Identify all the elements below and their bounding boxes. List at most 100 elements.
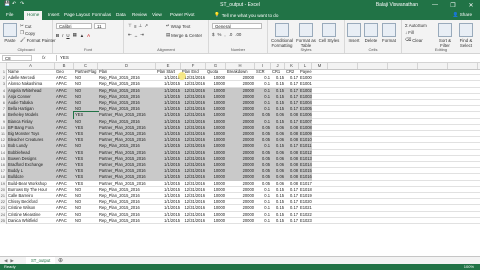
sort-filter-button[interactable]: Sort & Filter (436, 23, 454, 48)
italic-icon[interactable]: I (62, 33, 63, 38)
eraser-icon: ⌫ (405, 37, 412, 42)
format-painter-label: Format Painter (26, 37, 56, 43)
align-top-icon[interactable]: ⊤ (128, 23, 132, 29)
lightbulb-icon: 💡 (214, 12, 220, 17)
orientation-icon[interactable]: ↗ (144, 23, 148, 29)
number-format-select[interactable]: General (212, 23, 262, 29)
tab-review[interactable]: Review (132, 12, 147, 17)
underline-icon[interactable]: U (66, 33, 69, 38)
delete-button[interactable]: Delete (364, 23, 378, 43)
minimize-icon[interactable]: — (426, 0, 444, 10)
user-name[interactable]: Balaji Viswanathan (376, 2, 418, 8)
paste-button[interactable]: Paste (3, 23, 17, 43)
worksheet-grid[interactable]: ABCDEFGHIJKLM 1 Name Geo PartnerFlag Plan Pla… (0, 63, 480, 256)
bold-icon[interactable]: B (56, 33, 59, 38)
zoom-level[interactable]: 100% (464, 264, 474, 270)
mouse-cursor-highlight (178, 72, 186, 80)
merge-center-button[interactable]: ▤ Merge & Center (166, 32, 202, 38)
font-size-select[interactable]: 11 (94, 23, 106, 29)
percent-icon[interactable]: % (217, 32, 221, 37)
row-header[interactable]: 25 (0, 217, 7, 224)
number-format-buttons: $%, .0.00 (212, 32, 241, 37)
cell-pf[interactable]: NO (74, 218, 98, 224)
tab-file[interactable]: File (6, 12, 13, 17)
tab-page-layout[interactable]: Page Layout (64, 12, 90, 17)
borders-icon[interactable]: ▦ (73, 32, 77, 38)
cell-styles-label: Cell Styles (318, 38, 340, 43)
format-button[interactable]: Format (382, 23, 396, 43)
merge-label: Merge & Center (171, 32, 203, 38)
font-name-select[interactable]: Calibri (56, 23, 92, 29)
restore-icon[interactable]: ❐ (444, 0, 462, 10)
tab-power-pivot[interactable]: Power Pivot (170, 12, 195, 17)
person-icon: 👤 (452, 12, 459, 17)
editing-group-label: Editing (434, 47, 448, 52)
title-bar: 💾 ↶ ↷ ST_output - Excel Balaji Viswanath… (0, 0, 480, 10)
share-button[interactable]: 👤 Share (453, 12, 472, 18)
find-select-button[interactable]: Find & Select (457, 23, 475, 48)
formula-bar: C8 fx YES (0, 54, 480, 63)
cell-brk[interactable]: 20000 (226, 218, 255, 224)
font-group-label: Font (83, 47, 92, 52)
tab-data[interactable]: Data (116, 12, 126, 17)
sort-filter-icon (438, 23, 452, 37)
comma-icon[interactable]: , (224, 32, 225, 37)
autosum-button[interactable]: Σ AutoSum (405, 23, 427, 28)
cells-group: Insert Delete Format Cells (345, 20, 402, 53)
cell-geo[interactable]: APAC (55, 218, 74, 224)
ribbon-tabs: File Home Insert Page Layout Formulas Da… (0, 10, 480, 21)
fill-button[interactable]: ↓ Fill (405, 30, 414, 35)
find-icon (459, 23, 473, 37)
close-icon[interactable]: ✕ (462, 0, 480, 10)
paste-label: Paste (4, 38, 16, 43)
styles-group: Conditional Formatting Format as Table C… (268, 20, 345, 53)
format-painter-button[interactable]: 🖌 Format Painter (20, 37, 56, 43)
align-right-icon[interactable]: ⇥ (140, 32, 144, 38)
cell-styles-button[interactable]: Cell Styles (318, 23, 340, 43)
insert-button[interactable]: Insert (347, 23, 361, 43)
insert-cells-icon (347, 23, 361, 37)
align-bottom-icon[interactable]: ⊥ (138, 23, 142, 29)
clear-button[interactable]: ⌫ Clear (405, 37, 423, 43)
cell-scr[interactable]: 0.1 (255, 218, 271, 224)
align-left-icon[interactable]: ⇤ (128, 32, 132, 38)
wrap-text-button[interactable]: ↵ Wrap Text (166, 23, 190, 29)
cell-quota[interactable]: 10000 (206, 218, 226, 224)
cell-name[interactable]: Danica Whitfield (7, 218, 55, 224)
delete-label: Delete (364, 38, 378, 43)
align-center-icon[interactable]: ↔ (134, 33, 138, 38)
delete-cells-icon (364, 23, 378, 37)
decrease-decimal-icon[interactable]: .00 (235, 32, 241, 37)
cell-ps[interactable]: 1/1/2015 (156, 218, 181, 224)
copy-button[interactable]: ❐ Copy (20, 30, 35, 36)
add-sheet-icon[interactable]: ⊕ (58, 257, 63, 264)
cell-plan[interactable]: Rep_Plan_2015_2016 (98, 218, 156, 224)
currency-icon[interactable]: $ (212, 32, 214, 37)
cell-pid[interactable]: E1023 (299, 218, 312, 224)
number-group-label: Number (230, 47, 246, 52)
name-box[interactable]: C8 (2, 55, 32, 61)
font-color-icon[interactable]: A (87, 33, 90, 38)
conditional-formatting-button[interactable]: Conditional Formatting (270, 23, 294, 48)
fill-color-icon[interactable]: ▲ (80, 33, 84, 38)
autosum-label: AutoSum (408, 23, 427, 28)
format-as-table-button[interactable]: Format as Table (296, 23, 316, 48)
editing-group: Σ AutoSum ↓ Fill ⌫ Clear Sort & Filter Find… (402, 20, 480, 53)
align-middle-icon[interactable]: ≡ (134, 24, 137, 29)
align-top-row: ⊤ ≡ ⊥ ↗ (128, 23, 148, 29)
tell-me-box[interactable]: 💡 Tell me what you want to do (214, 12, 278, 18)
tab-view[interactable]: View (152, 12, 162, 17)
cell-cr1[interactable]: 0.15 (271, 218, 285, 224)
cell-styles-icon (322, 23, 336, 37)
cell-pe[interactable]: 12/31/2016 (181, 218, 206, 224)
increase-decimal-icon[interactable]: .0 (229, 32, 233, 37)
cell-cr2[interactable]: 0.17 (285, 218, 299, 224)
copy-label: Copy (24, 30, 36, 36)
fx-icon[interactable]: fx (42, 55, 46, 60)
share-label: Share (459, 12, 472, 17)
cut-button[interactable]: ✂ Cut (20, 23, 32, 29)
tab-insert[interactable]: Insert (48, 12, 60, 17)
wrap-icon: ↵ (166, 23, 170, 28)
tab-formulas[interactable]: Formulas (92, 12, 111, 17)
formula-input[interactable]: YES (56, 55, 476, 61)
